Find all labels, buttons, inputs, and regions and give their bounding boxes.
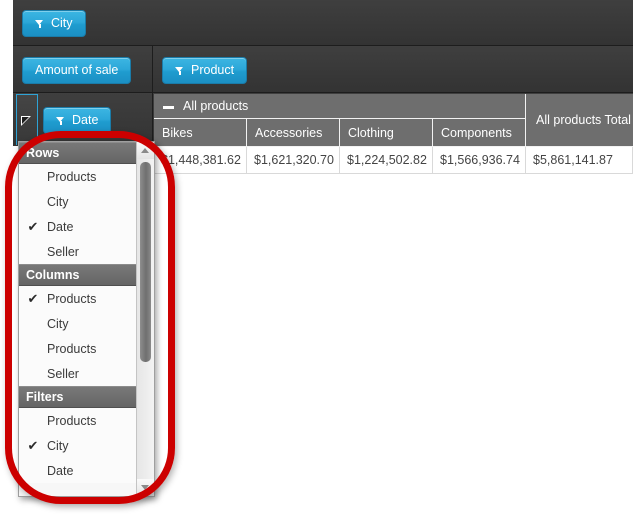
field-item-label: Products	[47, 414, 137, 428]
column-leaf-header-row: Bikes Accessories Clothing Components	[154, 119, 526, 147]
measures-columns-band: Amount of sale Product	[13, 46, 633, 93]
columns-drop-area[interactable]: Product	[153, 46, 633, 92]
field-item-rows-products-0[interactable]: Products	[19, 164, 137, 189]
column-header-clothing[interactable]: Clothing	[340, 119, 433, 147]
pivot-grid: All products Bikes Accessories Clothing …	[154, 94, 633, 174]
field-chip-amount-of-sale-label: Amount of sale	[35, 64, 118, 77]
field-item-label: Seller	[47, 367, 137, 381]
field-list-scrollbar[interactable]	[136, 142, 154, 496]
field-chip-date[interactable]: Date	[43, 107, 111, 134]
column-group-header-all-products[interactable]: All products	[154, 94, 526, 119]
field-item-rows-city-1[interactable]: City	[19, 189, 137, 214]
column-header-bikes[interactable]: Bikes	[154, 119, 247, 147]
field-section-header-filters: Filters	[19, 386, 137, 408]
field-section-header-rows: Rows	[19, 142, 137, 164]
field-list-dropdown[interactable]: RowsProductsCity✔DateSellerColumns✔Produ…	[18, 141, 155, 497]
funnel-icon	[175, 66, 184, 75]
field-chip-date-label: Date	[72, 114, 98, 127]
field-item-label: Seller	[47, 245, 137, 259]
cell-grand-total-value[interactable]: $5,861,141.87	[526, 147, 633, 174]
minus-icon[interactable]	[163, 101, 174, 112]
table-row: $1,448,381.62 $1,621,320.70 $1,224,502.8…	[154, 147, 526, 174]
field-item-filters-products-0[interactable]: Products	[19, 408, 137, 433]
cell-bikes-value[interactable]: $1,448,381.62	[154, 147, 247, 174]
funnel-icon	[56, 116, 65, 125]
field-chip-city-label: City	[51, 17, 73, 30]
field-item-columns-products-0[interactable]: ✔Products	[19, 286, 137, 311]
app-root: City Amount of sale Product	[0, 0, 633, 516]
checkmark-icon: ✔	[19, 292, 47, 305]
field-chip-city[interactable]: City	[22, 10, 86, 37]
rows-drop-area[interactable]: Date	[13, 93, 153, 146]
field-item-filters-city-1[interactable]: ✔City	[19, 433, 137, 458]
field-item-label: Date	[47, 464, 137, 478]
column-header-components[interactable]: Components	[433, 119, 526, 147]
field-item-filters-date-2[interactable]: Date	[19, 458, 137, 483]
cell-components-value[interactable]: $1,566,936.74	[433, 147, 526, 174]
checkmark-icon: ✔	[19, 439, 47, 452]
scroll-down-button[interactable]	[137, 479, 154, 496]
field-item-label: Date	[47, 220, 137, 234]
field-chip-product-label: Product	[191, 64, 234, 77]
field-section-header-columns: Columns	[19, 264, 137, 286]
scroll-down-arrow-icon	[141, 485, 149, 490]
measures-drop-area[interactable]: Amount of sale	[13, 46, 153, 92]
column-group-header-label: All products	[183, 99, 248, 113]
column-header-all-products-total[interactable]: All products Total	[526, 94, 633, 147]
field-item-columns-seller-3[interactable]: Seller	[19, 361, 137, 386]
field-item-label: City	[47, 317, 137, 331]
field-list-dropdown-trigger[interactable]	[16, 94, 38, 145]
scrollbar-thumb[interactable]	[140, 162, 151, 362]
field-chip-product[interactable]: Product	[162, 57, 247, 84]
column-headers-area: All products Bikes Accessories Clothing …	[154, 94, 526, 174]
field-item-label: Products	[47, 342, 137, 356]
scroll-up-arrow-icon	[141, 148, 149, 153]
filters-drop-area[interactable]: City	[13, 0, 633, 46]
field-item-label: City	[47, 439, 137, 453]
checkmark-icon: ✔	[19, 220, 47, 233]
scroll-up-button[interactable]	[137, 142, 154, 159]
funnel-icon	[35, 19, 44, 28]
cell-accessories-value[interactable]: $1,621,320.70	[247, 147, 340, 174]
field-chip-amount-of-sale[interactable]: Amount of sale	[22, 57, 131, 84]
field-item-columns-products-2[interactable]: Products	[19, 336, 137, 361]
field-item-rows-seller-3[interactable]: Seller	[19, 239, 137, 264]
field-item-label: Products	[47, 292, 137, 306]
grand-total-column: All products Total $5,861,141.87	[526, 94, 633, 174]
field-item-columns-city-1[interactable]: City	[19, 311, 137, 336]
field-list-scroll-content: RowsProductsCity✔DateSellerColumns✔Produ…	[19, 142, 137, 496]
field-item-rows-date-2[interactable]: ✔Date	[19, 214, 137, 239]
cell-clothing-value[interactable]: $1,224,502.82	[340, 147, 433, 174]
field-item-label: City	[47, 195, 137, 209]
dropdown-triangle-inner-icon	[22, 117, 29, 124]
pivot-grid-inner: All products Bikes Accessories Clothing …	[154, 94, 633, 174]
field-item-label: Products	[47, 170, 137, 184]
column-header-accessories[interactable]: Accessories	[247, 119, 340, 147]
